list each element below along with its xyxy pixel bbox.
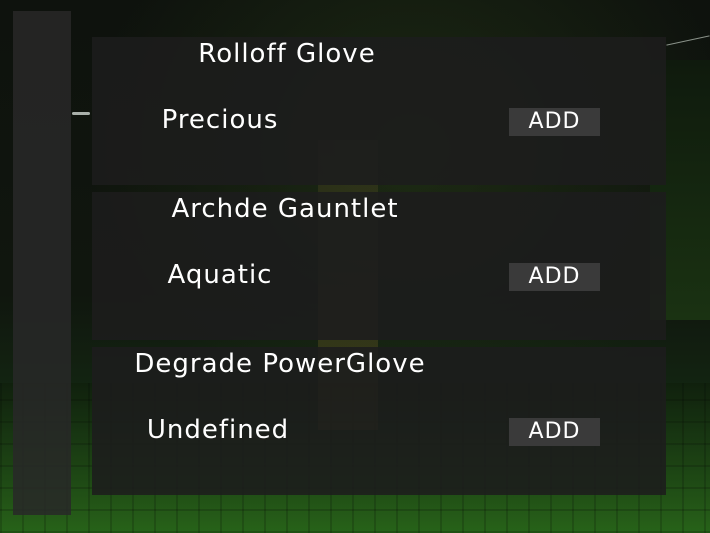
glove-rarity: Precious: [161, 105, 279, 135]
glove-entry-degrade: Degrade PowerGlove Undefined ADD: [92, 347, 666, 495]
list-scrollbar[interactable]: [13, 11, 71, 515]
glove-entry-rolloff: Rolloff Glove Precious ADD: [92, 37, 666, 185]
background-line: [666, 35, 710, 46]
background-line: [72, 112, 90, 115]
glove-entry-archde: Archde Gauntlet Aquatic ADD: [92, 192, 666, 340]
glove-rarity: Aquatic: [167, 260, 273, 290]
glove-name: Rolloff Glove: [198, 39, 376, 69]
add-button[interactable]: ADD: [509, 418, 600, 446]
add-button[interactable]: ADD: [509, 108, 600, 136]
glove-name: Archde Gauntlet: [171, 194, 399, 224]
glove-name: Degrade PowerGlove: [134, 349, 426, 379]
glove-rarity: Undefined: [146, 415, 290, 445]
add-button[interactable]: ADD: [509, 263, 600, 291]
